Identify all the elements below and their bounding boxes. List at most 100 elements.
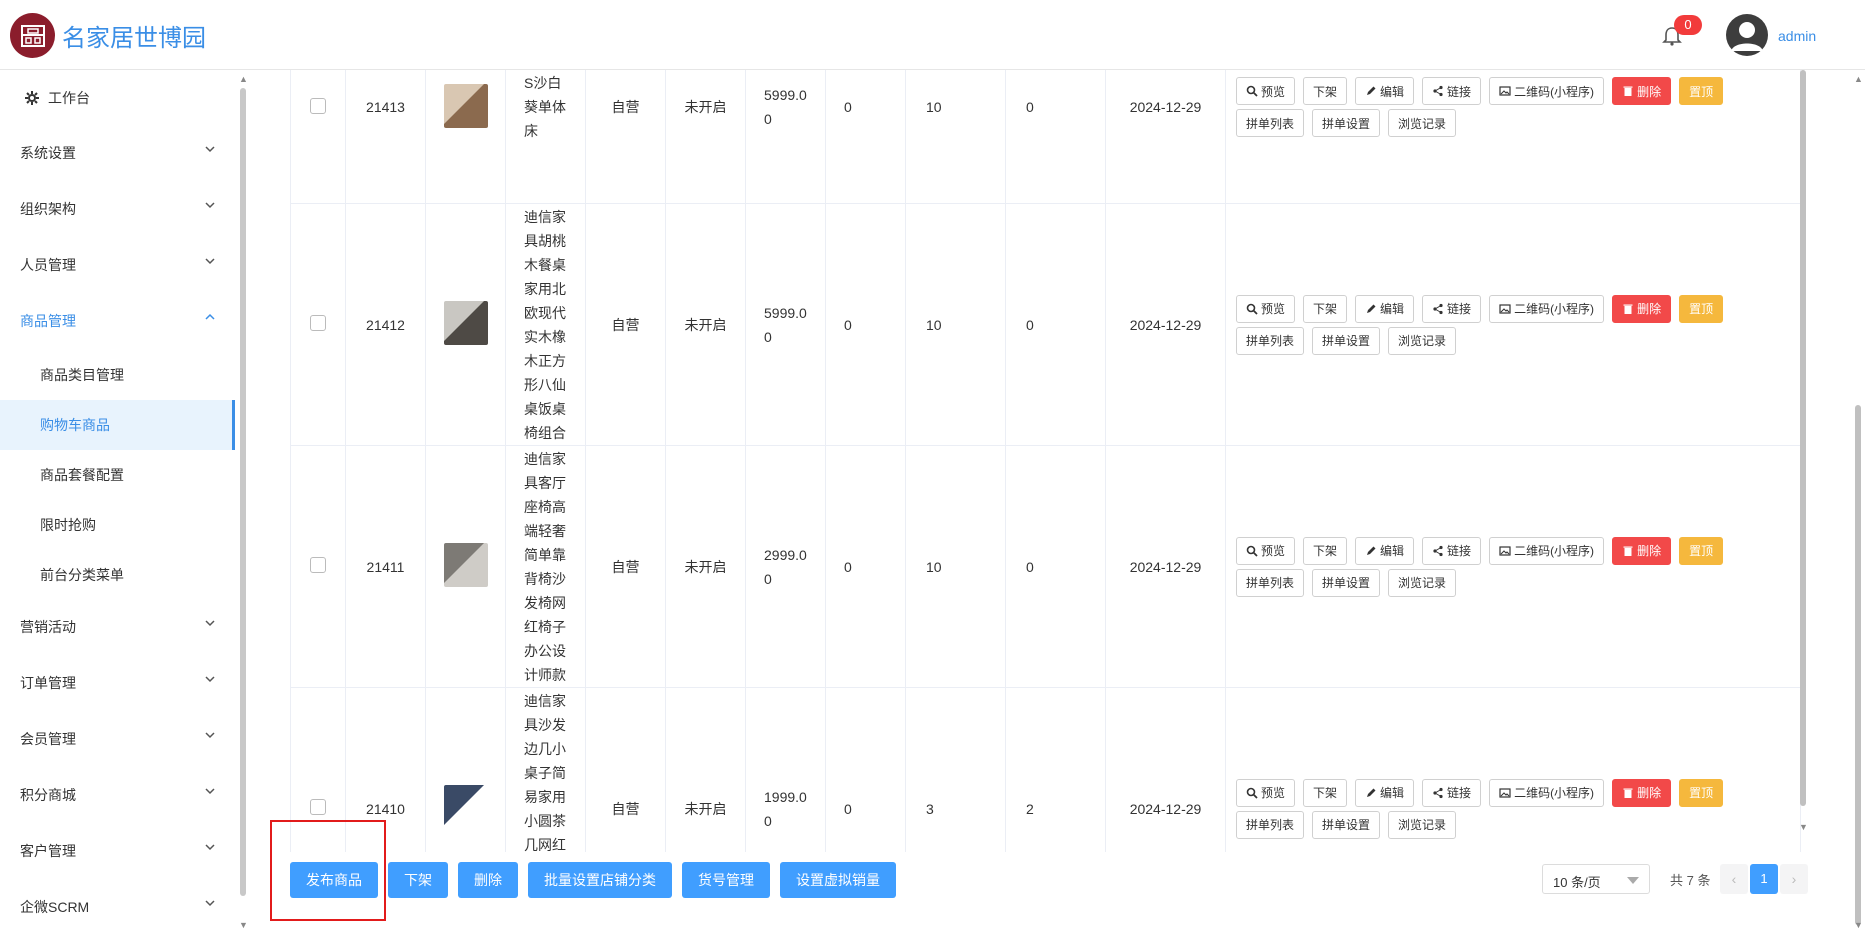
goods-name-line: 木餐桌: [524, 256, 566, 273]
scrollbar-thumb[interactable]: [1800, 70, 1806, 806]
goods-price: 2999.0 0: [745, 445, 826, 688]
goods-thumbnail[interactable]: [443, 785, 488, 829]
edit-button[interactable]: 编辑: [1355, 536, 1415, 565]
scrollbar-thumb[interactable]: [1855, 405, 1861, 925]
row-checkbox[interactable]: [310, 557, 326, 573]
sidebar-subitem-category[interactable]: 商品类目管理: [0, 350, 235, 400]
username[interactable]: admin: [1778, 28, 1816, 44]
sidebar-item-marketing[interactable]: 营销活动: [0, 602, 235, 652]
page-scrollbar[interactable]: ▲ ▼: [1852, 70, 1864, 937]
table-row: 21411 迪信家 具客厅 座椅高 端轻奢 简单靠 背椅沙 发椅网 红椅子 办公设 计师款 自营 …: [290, 445, 1801, 688]
off-shelf-row-button[interactable]: 下架: [1303, 294, 1348, 323]
edit-button[interactable]: 编辑: [1355, 778, 1415, 807]
edit-button[interactable]: 编辑: [1355, 294, 1415, 323]
delete-row-button[interactable]: 删除: [1612, 536, 1672, 565]
delete-row-button[interactable]: 删除: [1612, 294, 1672, 323]
batch-category-button[interactable]: 批量设置店铺分类: [528, 862, 672, 898]
row-checkbox-cell: [290, 70, 346, 204]
scroll-down-icon[interactable]: ▼: [1799, 822, 1808, 832]
qrcode-button[interactable]: 二维码(小程序): [1489, 536, 1605, 565]
price-line: 1999.0: [764, 788, 807, 805]
sidebar-item-customers[interactable]: 客户管理: [0, 826, 235, 876]
group-list-button[interactable]: 拼单列表: [1236, 810, 1305, 839]
group-settings-button[interactable]: 拼单设置: [1312, 810, 1381, 839]
off-shelf-row-button[interactable]: 下架: [1303, 536, 1348, 565]
scroll-up-icon[interactable]: ▲: [239, 74, 248, 84]
off-shelf-row-button[interactable]: 下架: [1303, 778, 1348, 807]
trash-icon: [1623, 546, 1633, 556]
sidebar-scrollbar[interactable]: ▲ ▼: [238, 70, 248, 937]
virtual-sales-button[interactable]: 设置虚拟销量: [780, 862, 896, 898]
sidebar-item-workbench[interactable]: 工作台: [0, 73, 235, 123]
page-size-select[interactable]: 10 条/页: [1542, 864, 1650, 894]
off-shelf-row-button[interactable]: 下架: [1303, 77, 1348, 105]
preview-label: 预览: [1261, 786, 1286, 800]
off-shelf-button[interactable]: 下架: [388, 862, 448, 898]
goods-status: 未开启: [665, 687, 746, 852]
group-list-button[interactable]: 拼单列表: [1236, 109, 1305, 137]
sku-manage-button[interactable]: 货号管理: [682, 862, 770, 898]
share-icon: [1433, 545, 1443, 556]
qrcode-button[interactable]: 二维码(小程序): [1489, 778, 1605, 807]
table-scrollbar[interactable]: ▼: [1796, 70, 1810, 852]
sidebar-item-scrm[interactable]: 企微SCRM: [0, 882, 235, 932]
link-button[interactable]: 链接: [1422, 77, 1482, 105]
preview-button[interactable]: 预览: [1236, 294, 1296, 323]
sidebar-item-org[interactable]: 组织架构: [0, 184, 235, 234]
delete-button[interactable]: 删除: [458, 862, 518, 898]
sidebar-subitem-flash-sale[interactable]: 限时抢购: [0, 500, 235, 550]
group-settings-button[interactable]: 拼单设置: [1312, 568, 1381, 597]
current-page[interactable]: 1: [1750, 864, 1778, 894]
browse-history-button[interactable]: 浏览记录: [1388, 568, 1457, 597]
pin-top-button[interactable]: 置顶: [1679, 77, 1724, 105]
pin-top-button[interactable]: 置顶: [1679, 536, 1724, 565]
group-settings-button[interactable]: 拼单设置: [1312, 326, 1381, 355]
preview-button[interactable]: 预览: [1236, 536, 1296, 565]
scrollbar-thumb[interactable]: [240, 88, 246, 896]
pin-top-button[interactable]: 置顶: [1679, 778, 1724, 807]
sidebar-item-staff[interactable]: 人员管理: [0, 240, 235, 290]
sidebar-subitem-cart-goods[interactable]: 购物车商品: [0, 400, 235, 450]
sidebar-item-orders[interactable]: 订单管理: [0, 658, 235, 708]
sidebar-item-members[interactable]: 会员管理: [0, 714, 235, 764]
search-icon: [1246, 787, 1258, 799]
goods-thumbnail[interactable]: [443, 301, 488, 345]
delete-row-button[interactable]: 删除: [1612, 77, 1672, 105]
browse-history-button[interactable]: 浏览记录: [1388, 109, 1457, 137]
preview-button[interactable]: 预览: [1236, 778, 1296, 807]
scroll-down-icon[interactable]: ▼: [239, 920, 248, 930]
row-checkbox[interactable]: [310, 97, 326, 114]
link-button[interactable]: 链接: [1422, 778, 1482, 807]
prev-page-icon[interactable]: ‹: [1720, 864, 1748, 894]
goods-thumbnail[interactable]: [443, 83, 488, 128]
preview-button[interactable]: 预览: [1236, 77, 1296, 105]
delete-row-button[interactable]: 删除: [1612, 778, 1672, 807]
scroll-up-icon[interactable]: ▲: [1854, 74, 1863, 84]
link-button[interactable]: 链接: [1422, 294, 1482, 323]
sidebar-item-goods[interactable]: 商品管理: [0, 296, 235, 346]
qrcode-label: 二维码(小程序): [1514, 302, 1595, 316]
group-settings-button[interactable]: 拼单设置: [1312, 109, 1381, 137]
next-page-icon[interactable]: ›: [1780, 864, 1808, 894]
qrcode-button[interactable]: 二维码(小程序): [1489, 77, 1605, 105]
link-button[interactable]: 链接: [1422, 536, 1482, 565]
pin-top-button[interactable]: 置顶: [1679, 294, 1724, 323]
sidebar-item-system[interactable]: 系统设置: [0, 128, 235, 178]
preview-label: 预览: [1261, 302, 1286, 316]
browse-history-button[interactable]: 浏览记录: [1388, 326, 1457, 355]
image-icon: [1499, 303, 1511, 314]
sidebar-item-points-mall[interactable]: 积分商城: [0, 770, 235, 820]
sidebar-subitem-front-menu[interactable]: 前台分类菜单: [0, 550, 235, 600]
row-checkbox[interactable]: [310, 799, 326, 815]
group-list-button[interactable]: 拼单列表: [1236, 326, 1305, 355]
qrcode-button[interactable]: 二维码(小程序): [1489, 294, 1605, 323]
avatar[interactable]: [1725, 13, 1769, 57]
edit-button[interactable]: 编辑: [1355, 77, 1415, 105]
goods-thumbnail[interactable]: [443, 543, 488, 587]
browse-history-button[interactable]: 浏览记录: [1388, 810, 1457, 839]
scroll-down-icon[interactable]: ▼: [1854, 920, 1863, 930]
group-list-button[interactable]: 拼单列表: [1236, 568, 1305, 597]
notification-badge: 0: [1674, 15, 1702, 35]
row-checkbox[interactable]: [310, 315, 326, 331]
sidebar-subitem-package[interactable]: 商品套餐配置: [0, 450, 235, 500]
